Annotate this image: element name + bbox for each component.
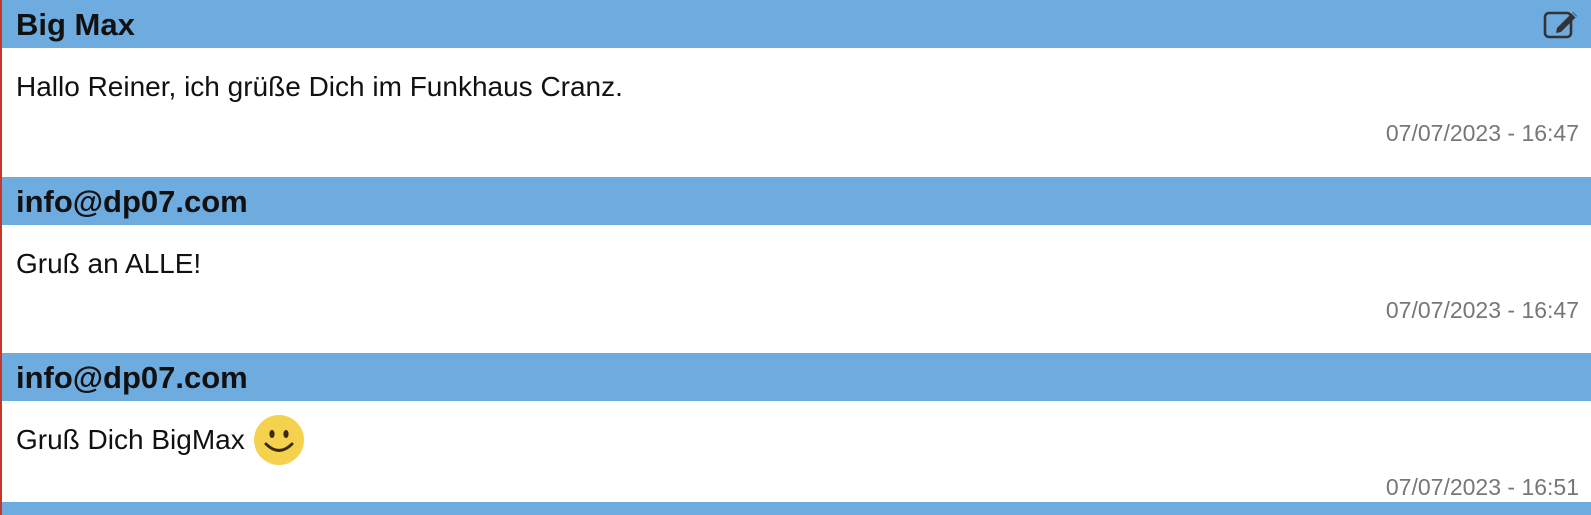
chat-frame: Big Max Hallo Reiner, ich grüße Dich im … [0,0,1591,515]
message-text: Gruß Dich BigMax [16,414,305,466]
message-item: info@dp07.com Gruß an ALLE! 07/07/2023 -… [2,177,1591,353]
message-body: Hallo Reiner, ich grüße Dich im Funkhaus… [2,48,1591,176]
message-author: info@dp07.com [16,359,248,395]
message-item: Big Max Hallo Reiner, ich grüße Dich im … [2,0,1591,177]
message-header: info@dp07.com [2,177,1591,225]
message-author: Big Max [16,6,135,42]
smiley-emoji-icon [253,414,305,466]
message-timestamp: 07/07/2023 - 16:47 [1385,297,1579,323]
message-text-content: Gruß an ALLE! [16,248,202,279]
message-text: Gruß an ALLE! [16,246,201,282]
message-body: Gruß Dich BigMax 07/07/2023 - 16:51 [2,401,1591,515]
message-author: info@dp07.com [16,183,248,219]
message-timestamp: 07/07/2023 - 16:47 [1385,120,1579,146]
message-text-content: Hallo Reiner, ich grüße Dich im Funkhaus… [16,71,623,102]
message-timestamp: 07/07/2023 - 16:51 [1385,474,1579,500]
message-item: info@dp07.com Gruß Dich BigMax 07/07/202… [2,353,1591,515]
edit-icon[interactable] [1543,8,1579,40]
next-message-header-edge [2,502,1591,515]
message-body: Gruß an ALLE! 07/07/2023 - 16:47 [2,225,1591,353]
message-list: Big Max Hallo Reiner, ich grüße Dich im … [2,0,1591,515]
message-text-content: Gruß Dich BigMax [16,424,245,455]
message-header: Big Max [2,0,1591,48]
message-text: Hallo Reiner, ich grüße Dich im Funkhaus… [16,69,623,105]
message-header: info@dp07.com [2,353,1591,401]
